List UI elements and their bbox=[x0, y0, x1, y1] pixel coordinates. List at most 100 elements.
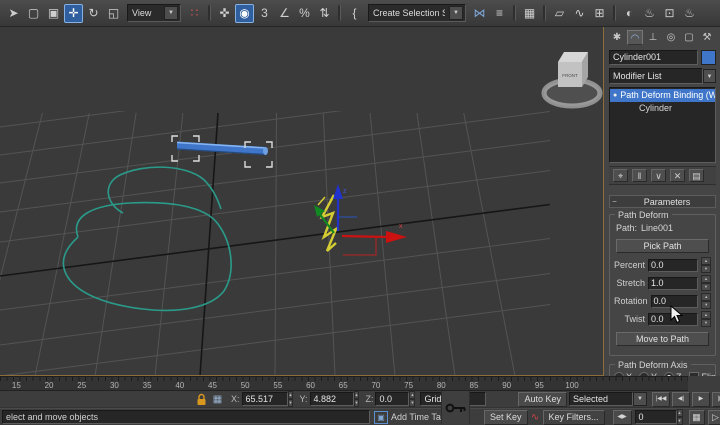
schematic-view-icon[interactable]: ⊞ bbox=[590, 4, 609, 23]
toolbar-separator[interactable] bbox=[208, 5, 211, 21]
spinner-value-field[interactable]: 0.0 bbox=[648, 259, 698, 272]
render-production-icon[interactable]: ♨ bbox=[680, 4, 699, 23]
set-keys-big-button[interactable] bbox=[441, 391, 470, 424]
fov-icon[interactable]: ▷ bbox=[708, 410, 720, 425]
frame-spinner[interactable]: ▲▼ bbox=[677, 409, 683, 425]
auto-key-button[interactable]: Auto Key bbox=[518, 392, 567, 407]
x-coord-spinner[interactable]: ▲▼ bbox=[288, 391, 294, 407]
remove-modifier-icon[interactable]: ✕ bbox=[670, 169, 685, 182]
pick-path-button[interactable]: Pick Path bbox=[616, 239, 709, 253]
time-tag-icon[interactable]: ▣ bbox=[374, 411, 388, 424]
gizmo-z-axis[interactable]: z bbox=[333, 184, 347, 231]
toolbox-icon[interactable]: ▱ bbox=[550, 4, 569, 23]
spinner-row: Stretch 1.0 ▲▼ bbox=[614, 275, 711, 291]
viewcube[interactable]: FRONT bbox=[544, 52, 600, 106]
cylinder001-object[interactable] bbox=[177, 142, 268, 156]
viewport-config-icon[interactable]: ▦ bbox=[689, 410, 705, 425]
reference-coordsys-value: View bbox=[132, 8, 160, 18]
toolbar-separator[interactable] bbox=[613, 5, 616, 21]
key-filters-button[interactable]: Key Filters... bbox=[543, 410, 605, 425]
group-title: Path Deform Axis bbox=[615, 360, 691, 370]
modifier-stack[interactable]: ● Path Deform Binding (WS Cylinder bbox=[609, 87, 716, 163]
spinner-arrows[interactable]: ▲▼ bbox=[701, 293, 711, 309]
x-coord-field[interactable]: 65.517 bbox=[242, 392, 288, 406]
modify-tab[interactable]: ◠ bbox=[627, 30, 643, 45]
spinner-value-field[interactable]: 1.0 bbox=[648, 277, 698, 290]
select-scale-icon[interactable]: ◱ bbox=[104, 4, 123, 23]
spinner-arrows[interactable]: ▲▼ bbox=[701, 311, 711, 327]
key-filter-scope-dropdown[interactable]: Selected bbox=[569, 392, 633, 406]
gizmo-x-axis[interactable]: x bbox=[342, 223, 407, 243]
y-coord-field[interactable]: 4.882 bbox=[310, 392, 354, 406]
spinner-arrows[interactable]: ▲▼ bbox=[701, 275, 711, 291]
select-manipulate-icon[interactable]: ✜ bbox=[215, 4, 234, 23]
chevron-down-icon[interactable]: ▼ bbox=[703, 69, 716, 83]
named-selection-set-dropdown[interactable]: Create Selection Se ▼ bbox=[368, 4, 466, 22]
align-icon[interactable]: ≡ bbox=[490, 4, 509, 23]
absolute-mode-icon[interactable]: ▦ bbox=[210, 393, 225, 406]
collapse-icon[interactable]: − bbox=[610, 197, 619, 206]
toolbar-separator[interactable] bbox=[338, 5, 341, 21]
move-to-path-button[interactable]: Move to Path bbox=[616, 332, 709, 346]
reference-coordsys-dropdown[interactable]: View ▼ bbox=[127, 4, 181, 22]
snaps-toggle-icon[interactable]: ◉ bbox=[235, 4, 254, 23]
curve-editor-icon[interactable]: ∿ bbox=[570, 4, 589, 23]
select-and-link-icon[interactable]: ➤ bbox=[4, 4, 23, 23]
pin-stack-icon[interactable]: ⌖ bbox=[613, 169, 628, 182]
spinner-snap-icon[interactable]: ⇅ bbox=[315, 4, 334, 23]
z-coord-spinner[interactable]: ▲▼ bbox=[409, 391, 415, 407]
new-key-curve-icon[interactable]: ∿ bbox=[528, 411, 543, 424]
mirror-icon[interactable]: ⋈ bbox=[470, 4, 489, 23]
toolbar-separator[interactable] bbox=[543, 5, 546, 21]
y-coord-spinner[interactable]: ▲▼ bbox=[354, 391, 360, 407]
make-unique-icon[interactable]: ∨ bbox=[651, 169, 666, 182]
goto-start-icon[interactable]: |◀◀ bbox=[652, 392, 670, 407]
utilities-tab[interactable]: ⚒ bbox=[699, 30, 715, 45]
3dsmax-window: ➤▢▣✛↻◱ View ▼ ∷✜◉3∠%⇅{ Create Selection … bbox=[0, 0, 720, 425]
frame-tick-label: 40 bbox=[163, 381, 196, 390]
perspective-viewport[interactable]: z x FRONT bbox=[0, 27, 604, 376]
play-icon[interactable]: ▶ bbox=[692, 392, 710, 407]
frame-tick-label: 90 bbox=[490, 381, 523, 390]
percent-snap-icon[interactable]: % bbox=[295, 4, 314, 23]
angle-snap-icon[interactable]: ∠ bbox=[275, 4, 294, 23]
set-key-button[interactable]: Set Key bbox=[484, 410, 528, 425]
chevron-down-icon[interactable]: ▼ bbox=[164, 6, 178, 20]
material-editor-icon[interactable]: ◐ bbox=[620, 4, 639, 23]
object-color-swatch[interactable] bbox=[701, 50, 716, 65]
window-crossing-icon[interactable]: ▣ bbox=[44, 4, 63, 23]
y-coord-label: Y: bbox=[299, 394, 307, 404]
show-end-result-icon[interactable]: ‖ bbox=[632, 169, 647, 182]
select-rotate-icon[interactable]: ↻ bbox=[84, 4, 103, 23]
z-coord-field[interactable]: 0.0 bbox=[375, 392, 409, 406]
hierarchy-tab[interactable]: ⊥ bbox=[645, 30, 661, 45]
toolbar-separator[interactable] bbox=[513, 5, 516, 21]
stack-item-cylinder[interactable]: Cylinder bbox=[610, 102, 715, 115]
selection-lock-icon[interactable] bbox=[196, 393, 207, 406]
rect-selection-region-icon[interactable]: ▢ bbox=[24, 4, 43, 23]
render-setup-icon[interactable]: ♨ bbox=[640, 4, 659, 23]
rendered-frame-window-icon[interactable]: ⊡ bbox=[660, 4, 679, 23]
configure-modifier-sets-icon[interactable]: ▤ bbox=[689, 169, 704, 182]
stack-item-path-deform[interactable]: ● Path Deform Binding (WS bbox=[610, 89, 715, 102]
layer-manager-icon[interactable]: ▦ bbox=[520, 4, 539, 23]
use-center-icon[interactable]: ∷ bbox=[185, 4, 204, 23]
spinner-arrows[interactable]: ▲▼ bbox=[701, 257, 711, 273]
select-move-icon[interactable]: ✛ bbox=[64, 4, 83, 23]
chevron-down-icon[interactable]: ▼ bbox=[633, 392, 647, 406]
chevron-down-icon[interactable]: ▼ bbox=[449, 6, 463, 20]
display-tab[interactable]: ▢ bbox=[681, 30, 697, 45]
track-bar[interactable]: 1520253035404550556065707580859095100 bbox=[0, 376, 688, 391]
motion-tab[interactable]: ◎ bbox=[663, 30, 679, 45]
modifier-enabled-bulb-icon[interactable]: ● bbox=[613, 89, 617, 102]
named-selection-sets-icon[interactable]: { bbox=[345, 4, 364, 23]
parameters-rollout-header[interactable]: − Parameters bbox=[609, 195, 716, 208]
snap-3d-icon[interactable]: 3 bbox=[255, 4, 274, 23]
create-tab[interactable]: ✱ bbox=[609, 30, 625, 45]
current-frame-field[interactable]: 0 bbox=[635, 410, 677, 424]
next-frame-icon[interactable]: |▶ bbox=[712, 392, 720, 407]
prev-frame-icon[interactable]: ◀| bbox=[672, 392, 690, 407]
modifier-list-dropdown[interactable]: Modifier List ▼ bbox=[609, 69, 716, 83]
key-mode-toggle-icon[interactable]: ◀▶ bbox=[613, 410, 632, 425]
object-name-field[interactable]: Cylinder001 bbox=[609, 50, 698, 65]
